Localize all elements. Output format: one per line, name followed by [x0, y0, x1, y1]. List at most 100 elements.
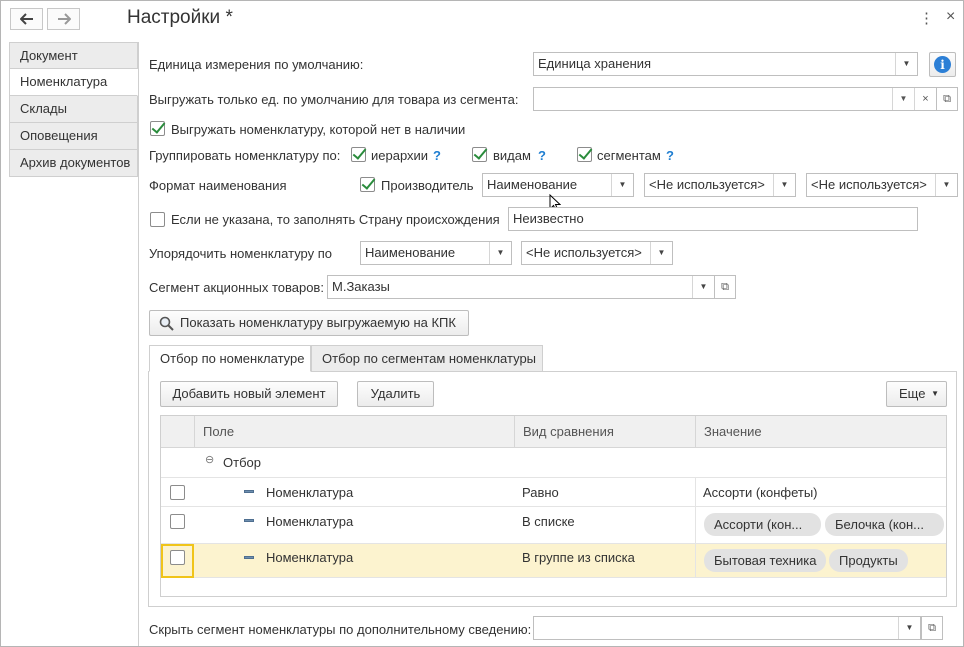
chevron-down-icon: ▼: [618, 180, 627, 189]
name-format-select-3-dropdown[interactable]: ▼: [935, 174, 957, 196]
export-default-only-field[interactable]: ▼ ×: [533, 87, 937, 111]
open-form-icon: ⧉: [928, 621, 936, 634]
sidebar-item-nomenclature[interactable]: Номенклатура: [9, 69, 138, 96]
sidebar-item-notifications[interactable]: Оповещения: [9, 123, 138, 150]
chevron-down-icon: ▼: [657, 248, 666, 257]
order-by-select-2[interactable]: <Не используется> ▼: [521, 241, 673, 265]
name-format-select-1-dropdown[interactable]: ▼: [611, 174, 633, 196]
back-button[interactable]: [10, 8, 43, 30]
export-default-only-open-button[interactable]: ⧉: [936, 87, 958, 111]
default-unit-value: Единица хранения: [538, 56, 652, 71]
hide-segment-dropdown[interactable]: ▼: [898, 617, 920, 639]
row-checkbox[interactable]: [170, 514, 185, 529]
promo-segment-dropdown[interactable]: ▼: [692, 276, 714, 298]
hide-segment-label: Скрыть сегмент номенклатуры по дополните…: [149, 622, 532, 637]
row-value: Ассорти (конфеты): [703, 485, 818, 500]
export-default-only-label: Выгружать только ед. по умолчанию для то…: [149, 92, 519, 107]
promo-segment-label: Сегмент акционных товаров:: [149, 280, 324, 295]
column-header-comparison[interactable]: Вид сравнения: [514, 416, 695, 447]
group-by-segments-checkbox[interactable]: [577, 147, 592, 162]
info-button[interactable]: i: [929, 52, 956, 77]
value-chip[interactable]: Ассорти (кон...: [704, 513, 821, 536]
value-chip[interactable]: Бытовая техника: [704, 549, 827, 572]
info-icon: i: [934, 56, 951, 73]
sidebar-divider: [138, 42, 139, 646]
promo-segment-open-button[interactable]: ⧉: [714, 275, 736, 299]
default-unit-field[interactable]: Единица хранения ▼: [533, 52, 918, 76]
name-format-select-2[interactable]: <Не используется> ▼: [644, 173, 796, 197]
tab-nomenclature-filter[interactable]: Отбор по номенклатуре: [149, 345, 311, 372]
promo-segment-field[interactable]: М.Заказы ▼: [327, 275, 715, 299]
close-icon[interactable]: ×: [946, 8, 955, 26]
show-nomenclature-button[interactable]: Показать номенклатуру выгружаемую на КПК: [149, 310, 469, 336]
fill-country-field[interactable]: Неизвестно: [508, 207, 918, 231]
chevron-down-icon: ▼: [942, 180, 951, 189]
row-field: Номенклатура: [266, 550, 354, 565]
export-out-of-stock-checkbox[interactable]: [150, 121, 165, 136]
chevron-down-icon: ▼: [699, 282, 708, 291]
group-by-kinds-checkbox[interactable]: [472, 147, 487, 162]
fill-country-label: Если не указана, то заполнять Страну про…: [171, 212, 500, 227]
filter-table: Поле Вид сравнения Значение ⊖ Отбор Номе…: [160, 415, 947, 597]
name-format-select-3[interactable]: <Не используется> ▼: [806, 173, 958, 197]
group-by-hierarchy-checkbox[interactable]: [351, 147, 366, 162]
hide-segment-field[interactable]: ▼: [533, 616, 921, 640]
more-button-label: Еще: [899, 386, 926, 401]
forward-button[interactable]: [47, 8, 80, 30]
row-field: Номенклатура: [266, 485, 354, 500]
tab-segment-filter[interactable]: Отбор по сегментам номенклатуры: [311, 345, 543, 372]
export-default-only-dropdown[interactable]: ▼: [892, 88, 914, 110]
help-segments-icon[interactable]: ?: [666, 148, 674, 163]
delete-button[interactable]: Удалить: [357, 381, 434, 407]
group-by-kinds-label: видам: [493, 148, 531, 163]
manufacturer-checkbox[interactable]: [360, 177, 375, 192]
chevron-down-icon: ▼: [899, 94, 908, 103]
sidebar-item-archive[interactable]: Архив документов: [9, 150, 138, 177]
table-row-group[interactable]: ⊖ Отбор: [161, 448, 946, 478]
fill-country-checkbox[interactable]: [150, 212, 165, 227]
sidebar: Документ Номенклатура Склады Оповещения …: [9, 42, 138, 177]
window-title: Настройки *: [127, 7, 233, 28]
name-format-label: Формат наименования: [149, 178, 287, 193]
order-by-select-2-value: <Не используется>: [526, 245, 642, 260]
value-chip[interactable]: Белочка (кон...: [825, 513, 944, 536]
default-unit-label: Единица измерения по умолчанию:: [149, 57, 364, 72]
group-label: Отбор: [223, 455, 261, 470]
fill-country-value: Неизвестно: [513, 211, 584, 226]
field-item-icon: [244, 519, 254, 522]
name-format-select-1-value: Наименование: [487, 177, 578, 192]
show-nomenclature-button-label: Показать номенклатуру выгружаемую на КПК: [180, 315, 456, 330]
more-button[interactable]: Еще ▼: [886, 381, 947, 407]
help-kinds-icon[interactable]: ?: [538, 148, 546, 163]
group-by-label: Группировать номенклатуру по:: [149, 148, 341, 163]
row-checkbox[interactable]: [170, 485, 185, 500]
table-row[interactable]: Номенклатура В списке Ассорти (кон... Бе…: [161, 507, 946, 544]
field-item-icon: [244, 556, 254, 559]
column-header-field[interactable]: Поле: [194, 416, 514, 447]
name-format-select-2-dropdown[interactable]: ▼: [773, 174, 795, 196]
default-unit-dropdown-button[interactable]: ▼: [895, 53, 917, 75]
order-by-select-2-dropdown[interactable]: ▼: [650, 242, 672, 264]
more-menu-icon[interactable]: ⋮: [919, 9, 934, 27]
sidebar-item-document[interactable]: Документ: [9, 42, 138, 69]
order-by-select-1[interactable]: Наименование ▼: [360, 241, 512, 265]
name-format-select-3-value: <Не используется>: [811, 177, 927, 192]
name-format-select-2-value: <Не используется>: [649, 177, 765, 192]
export-default-only-clear-button[interactable]: ×: [914, 88, 936, 110]
add-element-button[interactable]: Добавить новый элемент: [160, 381, 338, 407]
table-row[interactable]: Номенклатура Равно Ассорти (конфеты): [161, 478, 946, 507]
help-hierarchy-icon[interactable]: ?: [433, 148, 441, 163]
arrow-right-icon: [57, 13, 71, 25]
arrow-left-icon: [19, 13, 33, 25]
table-row-selected[interactable]: Номенклатура В группе из списка Бытовая …: [161, 544, 946, 578]
row-checkbox[interactable]: [170, 550, 185, 565]
clear-icon: ×: [922, 93, 929, 105]
column-header-value[interactable]: Значение: [695, 416, 946, 447]
group-by-hierarchy-label: иерархии: [371, 148, 429, 163]
collapse-icon[interactable]: ⊖: [205, 453, 214, 466]
hide-segment-open-button[interactable]: ⧉: [921, 616, 943, 640]
order-by-select-1-dropdown[interactable]: ▼: [489, 242, 511, 264]
sidebar-item-warehouses[interactable]: Склады: [9, 96, 138, 123]
row-comparison: В списке: [522, 514, 575, 529]
value-chip[interactable]: Продукты: [829, 549, 908, 572]
